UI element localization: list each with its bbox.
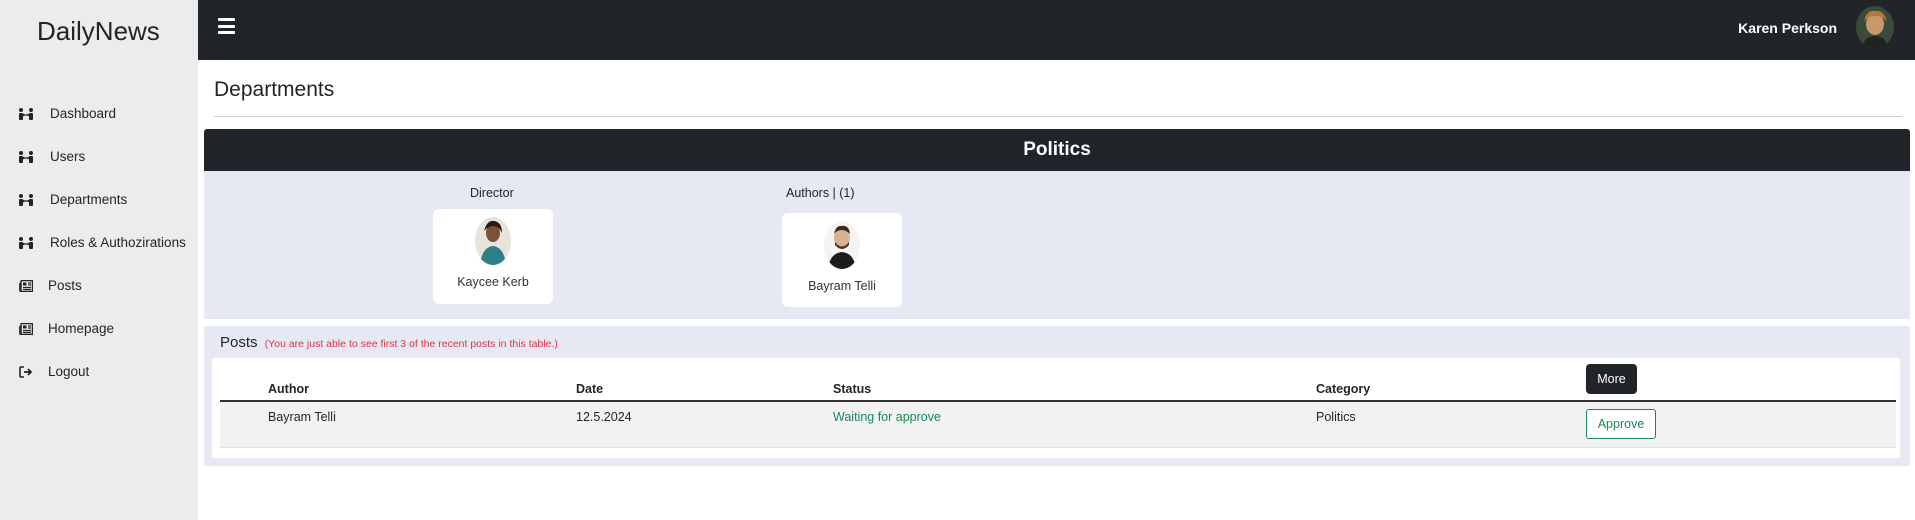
newspaper-icon (18, 322, 34, 336)
sidebar-item-label: Roles & Authozirations (50, 235, 186, 250)
row-date: 12.5.2024 (576, 410, 632, 424)
column-header-author: Author (268, 382, 309, 396)
title-divider (214, 116, 1902, 117)
people-arrows-icon (18, 193, 34, 207)
column-header-category: Category (1316, 382, 1371, 396)
sidebar-item-roles[interactable]: Roles & Authozirations (0, 221, 198, 264)
sidebar-item-homepage[interactable]: Homepage (0, 307, 198, 350)
posts-section-heading: Posts (You are just able to see first 3 … (220, 334, 558, 351)
row-author: Bayram Telli (268, 410, 336, 424)
user-avatar[interactable] (1856, 6, 1894, 48)
posts-panel: Posts (You are just able to see first 3 … (204, 326, 1910, 466)
top-navbar: Karen Perkson (198, 0, 1915, 60)
sidebar-item-posts[interactable]: Posts (0, 264, 198, 307)
authors-label: Authors | (1) (786, 186, 855, 200)
sidebar-item-label: Users (50, 149, 86, 164)
sidebar-item-label: Posts (48, 278, 82, 293)
sidebar: DailyNews Dashboard Users Departments Ro… (0, 0, 198, 520)
author-card[interactable]: Bayram Telli (782, 213, 902, 307)
approve-button[interactable]: Approve (1586, 409, 1656, 439)
director-card[interactable]: Kaycee Kerb (433, 209, 553, 304)
sidebar-item-label: Dashboard (50, 106, 117, 121)
director-name: Kaycee Kerb (457, 275, 529, 289)
row-category: Politics (1316, 410, 1356, 424)
row-status: Waiting for approve (833, 410, 941, 424)
author-avatar (824, 221, 860, 269)
column-header-date: Date (576, 382, 604, 396)
newspaper-icon (18, 279, 34, 293)
column-header-status: Status (833, 382, 872, 396)
director-avatar (475, 217, 511, 265)
more-posts-button[interactable]: More (1586, 364, 1637, 394)
department-name-header: Politics (204, 129, 1910, 171)
sidebar-item-label: Homepage (48, 321, 115, 336)
sidebar-item-label: Departments (50, 192, 128, 207)
posts-table: Author Date Status Category More Bayram … (212, 358, 1900, 458)
brand-logo[interactable]: DailyNews (37, 16, 160, 47)
posts-limit-note: (You are just able to see first 3 of the… (264, 338, 558, 350)
sidebar-item-users[interactable]: Users (0, 135, 198, 178)
author-name: Bayram Telli (808, 279, 876, 293)
sidebar-item-dashboard[interactable]: Dashboard (0, 92, 198, 135)
logout-icon (18, 365, 34, 379)
department-members-panel: Director Kaycee Kerb Authors | (1) Bayra… (204, 171, 1910, 319)
current-user-name[interactable]: Karen Perkson (1738, 20, 1837, 36)
people-arrows-icon (18, 236, 34, 250)
sidebar-item-departments[interactable]: Departments (0, 178, 198, 221)
sidebar-item-label: Logout (48, 364, 90, 379)
people-arrows-icon (18, 107, 34, 121)
director-label: Director (470, 186, 514, 200)
hamburger-menu-icon[interactable] (218, 18, 235, 34)
posts-title: Posts (220, 334, 258, 351)
sidebar-nav: Dashboard Users Departments Roles & Auth… (0, 92, 198, 393)
people-arrows-icon (18, 150, 34, 164)
sidebar-item-logout[interactable]: Logout (0, 350, 198, 393)
page-title: Departments (214, 78, 335, 101)
